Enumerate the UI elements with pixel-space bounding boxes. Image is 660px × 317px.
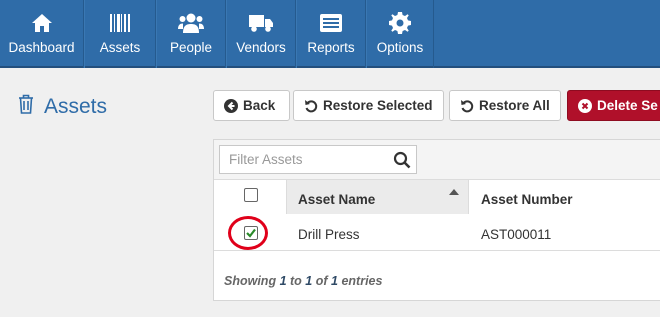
column-header-asset-name[interactable]: Asset Name (286, 180, 468, 214)
restore-selected-label: Restore Selected (323, 98, 433, 113)
report-icon (318, 10, 344, 36)
nav-vendors-label: Vendors (236, 40, 286, 55)
undo-icon (460, 99, 474, 113)
info-of-word: of (315, 274, 328, 288)
nav-reports-label: Reports (307, 40, 355, 55)
barcode-icon (107, 10, 133, 36)
gear-icon (387, 10, 413, 36)
column-header-label: Asset Name (298, 192, 376, 207)
nav-people[interactable]: People (156, 0, 226, 68)
nav-vendors[interactable]: Vendors (226, 0, 296, 68)
select-all-cell (214, 180, 286, 214)
assets-table-panel: Asset Name Asset Number Drill Press AST0… (213, 139, 660, 301)
nav-people-label: People (169, 40, 213, 55)
table-toolbar (214, 140, 660, 180)
truck-icon (248, 10, 274, 36)
nav-assets-label: Assets (99, 40, 141, 55)
sort-asc-icon (449, 189, 459, 195)
nav-options[interactable]: Options (366, 0, 434, 68)
filter-assets-input[interactable] (220, 146, 390, 173)
info-prefix: Showing (224, 274, 277, 288)
restore-selected-button[interactable]: Restore Selected (293, 90, 444, 121)
nav-options-label: Options (376, 40, 424, 55)
nav-assets[interactable]: Assets (84, 0, 156, 68)
users-icon (178, 10, 204, 36)
page-header: Assets (18, 94, 107, 119)
restore-all-label: Restore All (479, 98, 550, 113)
page-title: Assets (44, 94, 108, 118)
delete-selected-button[interactable]: Delete Se (567, 90, 660, 121)
asset-number-cell: AST000011 (481, 227, 552, 242)
nav-dashboard-label: Dashboard (8, 40, 75, 55)
nav-dashboard[interactable]: Dashboard (0, 0, 84, 68)
info-to: 1 (305, 274, 313, 288)
info-to-word: to (290, 274, 302, 288)
back-button-label: Back (243, 98, 276, 113)
home-icon (29, 10, 55, 36)
highlight-circle-annotation (228, 216, 268, 250)
top-navbar: Dashboard Assets People Vendors Reports … (0, 0, 660, 68)
nav-reports[interactable]: Reports (296, 0, 366, 68)
arrow-left-circle-icon (224, 98, 238, 113)
table-header: Asset Name Asset Number (214, 180, 660, 214)
info-total: 1 (331, 274, 338, 288)
back-button[interactable]: Back (213, 90, 290, 121)
search-icon[interactable] (393, 151, 411, 174)
restore-all-button[interactable]: Restore All (449, 90, 561, 121)
table-row[interactable]: Drill Press AST000011 (214, 215, 660, 251)
select-all-checkbox[interactable] (244, 188, 258, 202)
asset-name-cell: Drill Press (298, 227, 360, 242)
delete-selected-label: Delete Se (597, 98, 658, 113)
undo-icon (304, 99, 318, 113)
table-info: Showing 1 to 1 of 1 entries (224, 274, 382, 288)
close-circle-icon (578, 98, 592, 113)
filter-box (219, 145, 417, 174)
column-header-label: Asset Number (481, 192, 573, 207)
info-suffix: entries (341, 274, 383, 288)
info-from: 1 (279, 274, 287, 288)
trash-icon (18, 94, 34, 119)
column-header-asset-number[interactable]: Asset Number (468, 180, 660, 214)
